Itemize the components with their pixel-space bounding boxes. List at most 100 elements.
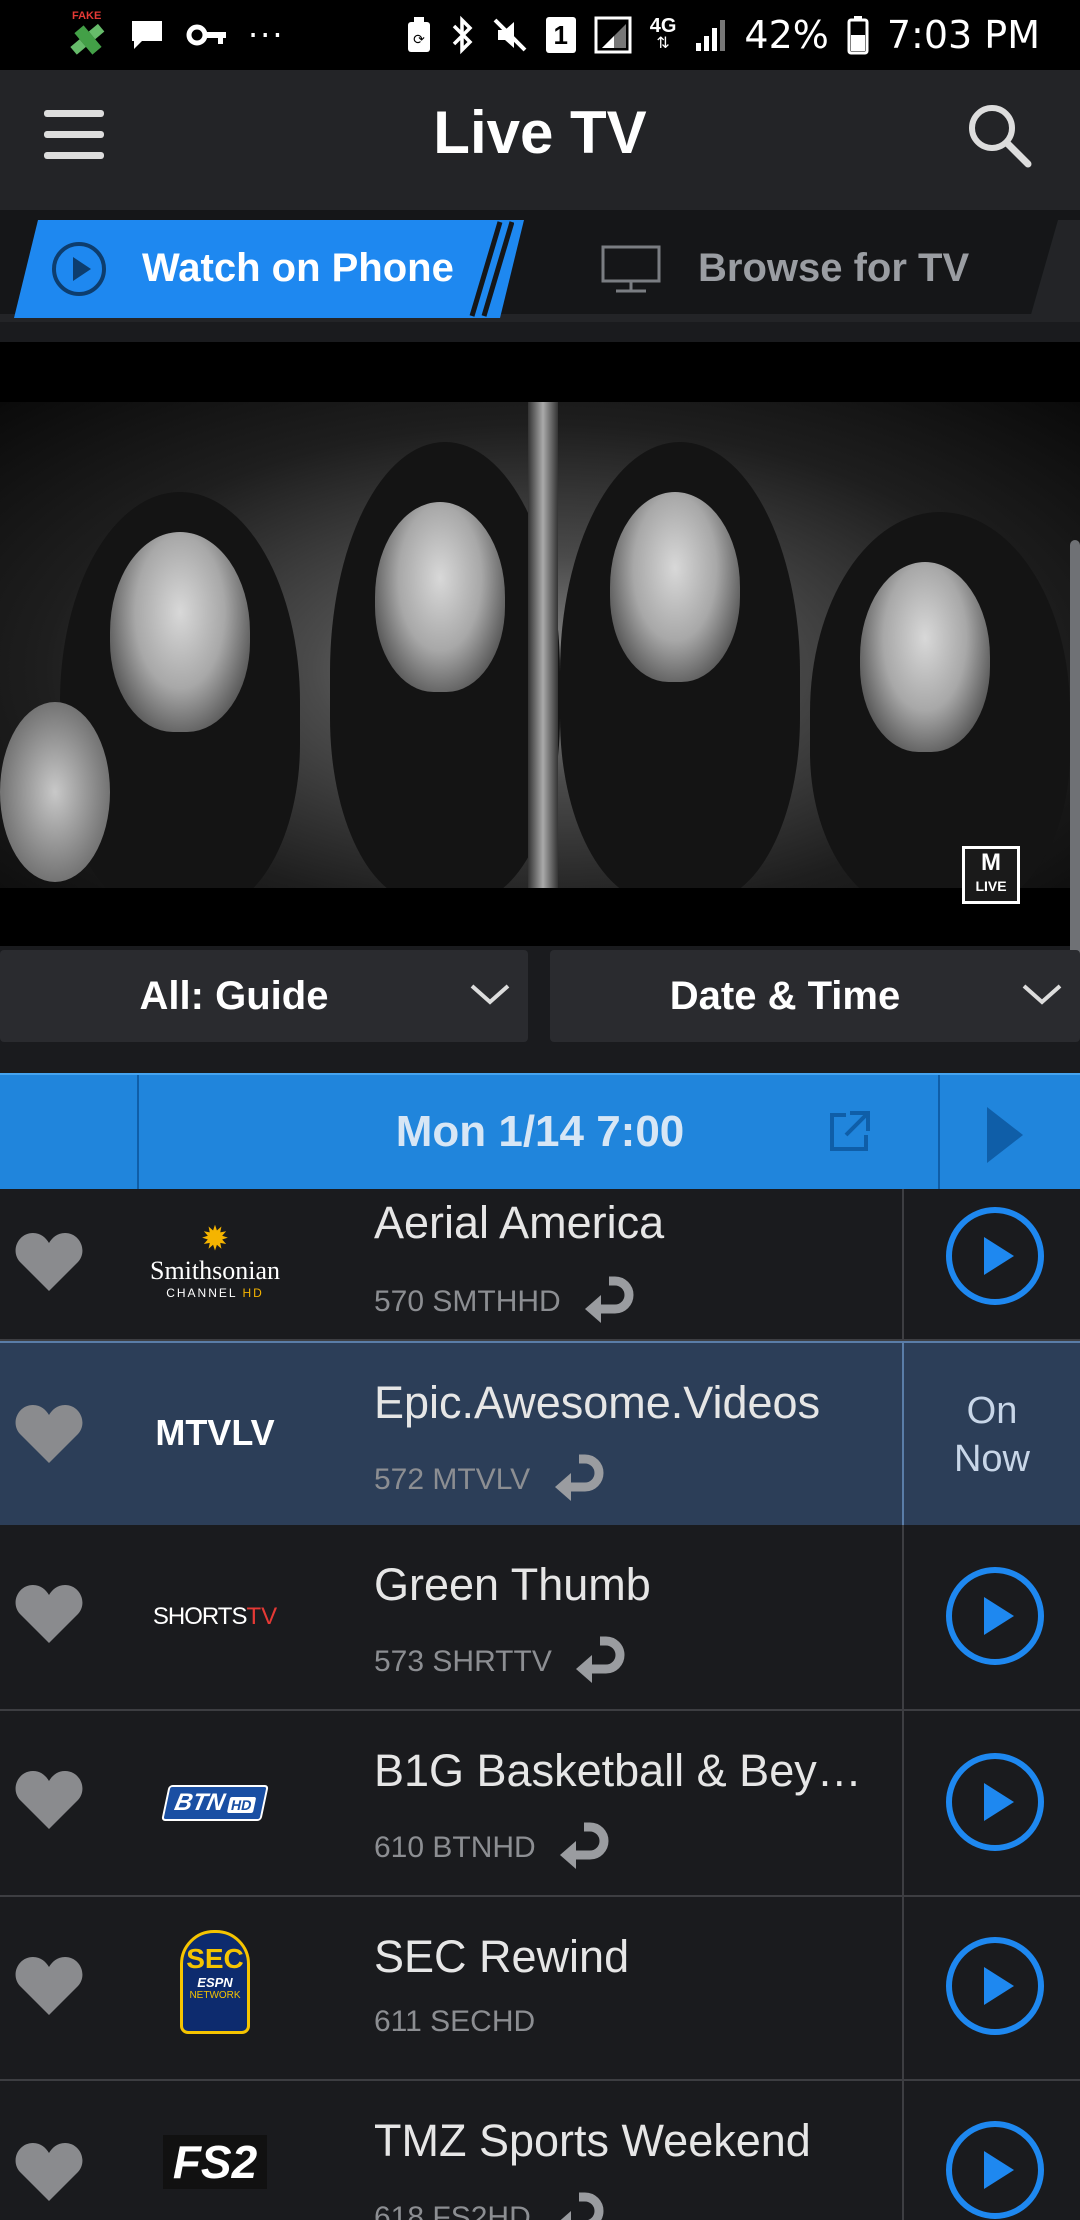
- channel-number: 618 FS2HD: [374, 2200, 531, 2220]
- video-frame: [0, 402, 1080, 888]
- channel-logo-shortstv: SHORTS TV: [120, 1567, 310, 1667]
- date-time-label: Date & Time: [669, 974, 901, 1018]
- logo-text: FS2: [162, 2135, 268, 2189]
- program-channel: 572 MTVLV: [374, 1451, 607, 1511]
- next-time-arrow-icon[interactable]: [985, 1105, 1025, 1170]
- on-now-line1: On: [966, 1390, 1018, 1432]
- mode-tabs: Watch on Phone Browse for TV: [0, 202, 1080, 322]
- sim-icon: 1: [545, 17, 576, 53]
- logo-sub: CHANNEL: [166, 1286, 238, 1300]
- mtv-badge-top: M: [981, 849, 1001, 876]
- svg-text:⟳: ⟳: [413, 32, 425, 48]
- app-bar: Live TV: [0, 70, 1080, 202]
- program-channel: 611 SECHD: [374, 2005, 535, 2039]
- bluetooth-icon: [450, 15, 474, 55]
- tab-slash-decoration: [469, 221, 514, 317]
- tab-browse-for-tv-label: Browse for TV: [698, 246, 970, 290]
- logo-sub2: NETWORK: [189, 1990, 241, 2001]
- fake-gps-label: FAKE: [72, 10, 102, 22]
- battery-icon: [847, 15, 869, 55]
- guide-row-mtvlv[interactable]: MTVLV Epic.Awesome.Videos 572 MTVLV On N…: [0, 1341, 1080, 1527]
- channel-number: 611 SECHD: [374, 2005, 536, 2038]
- program-title: SEC Rewind: [374, 1931, 630, 1982]
- channel-logo-mtvlv: MTVLV: [120, 1383, 310, 1483]
- signal-1-icon: [594, 16, 632, 54]
- logo-text: MTVLV: [155, 1412, 275, 1453]
- program-title: B1G Basketball & Bey…: [374, 1745, 862, 1796]
- logo-text: SHORTS: [152, 1603, 248, 1630]
- logo-text: BTN: [172, 1789, 228, 1816]
- logo-hd: HD: [242, 1286, 264, 1300]
- channel-logo-btn: BTN HD: [120, 1753, 310, 1853]
- restart-icon[interactable]: [558, 1819, 612, 1879]
- tab-edge-decoration: [1030, 220, 1080, 318]
- play-button-icon[interactable]: [944, 1751, 1046, 1858]
- play-button-icon[interactable]: [944, 2119, 1046, 2220]
- guide-row-shortstv[interactable]: SHORTS TV Green Thumb 573 SHRTTV: [0, 1525, 1080, 1711]
- on-now-line2: Now: [953, 1438, 1031, 1480]
- heart-icon[interactable]: [14, 1231, 84, 1298]
- key-icon: [186, 20, 228, 50]
- battery-percent: 42%: [744, 13, 829, 57]
- chevron-down-icon: [1020, 974, 1064, 1019]
- logo-hd: HD: [226, 1797, 257, 1813]
- guide-date-time: Mon 1/14 7:00: [395, 1107, 685, 1156]
- tab-watch-on-phone-label: Watch on Phone: [142, 246, 454, 290]
- tv-monitor-icon: [600, 244, 662, 301]
- mtv-badge-bottom: LIVE: [975, 878, 1007, 894]
- message-icon: [128, 17, 166, 53]
- program-title: Epic.Awesome.Videos: [374, 1377, 821, 1428]
- logo-accent: TV: [246, 1603, 278, 1630]
- guide-date-bar: Mon 1/14 7:00: [0, 1073, 1080, 1191]
- signal-2-icon: [694, 17, 726, 53]
- status-bar: FAKE ··· ⟳ 1 4G ⇅ 42% 7:03 PM: [0, 0, 1080, 70]
- program-title: Green Thumb: [374, 1559, 651, 1610]
- program-title: Aerial America: [374, 1197, 665, 1248]
- guide-filter-dropdown[interactable]: All: Guide: [0, 950, 528, 1042]
- search-icon[interactable]: [964, 100, 1034, 170]
- video-player[interactable]: M LIVE: [0, 342, 1080, 946]
- restart-icon[interactable]: [553, 2189, 607, 2220]
- network-type-icon: 4G ⇅: [649, 15, 677, 52]
- channel-number: 570 SMTHHD: [374, 1284, 561, 1318]
- more-notifications-icon: ···: [248, 16, 285, 54]
- restart-icon[interactable]: [574, 1633, 628, 1693]
- fake-gps-icon: FAKE: [68, 10, 108, 58]
- program-title: TMZ Sports Weekend: [374, 2115, 811, 2166]
- scrollbar-thumb[interactable]: [1070, 540, 1080, 980]
- heart-icon[interactable]: [14, 1955, 84, 2022]
- guide-row-smithsonian[interactable]: ✹ Smithsonian CHANNEL HD Aerial America …: [0, 1189, 1080, 1341]
- channel-number: 573 SHRTTV: [374, 1644, 552, 1678]
- program-channel: 570 SMTHHD: [374, 1273, 637, 1333]
- page-title: Live TV: [433, 99, 647, 166]
- play-button-icon[interactable]: [944, 1935, 1046, 2042]
- mtv-live-badge: M LIVE: [962, 846, 1020, 904]
- clock: 7:03 PM: [886, 13, 1040, 57]
- heart-icon[interactable]: [14, 1403, 84, 1470]
- guide-row-sec[interactable]: SEC ESPN NETWORK SEC Rewind 611 SECHD: [0, 1897, 1080, 2081]
- guide-row-btn[interactable]: BTN HD B1G Basketball & Bey… 610 BTNHD: [0, 1711, 1080, 1897]
- external-link-icon[interactable]: [826, 1109, 872, 1160]
- play-button-icon[interactable]: [944, 1565, 1046, 1672]
- channel-logo-fs2: FS2: [120, 2117, 310, 2207]
- heart-icon[interactable]: [14, 1769, 84, 1836]
- heart-icon[interactable]: [14, 1583, 84, 1650]
- logo-text: Smithsonian: [149, 1256, 280, 1285]
- guide-filter-label: All: Guide: [139, 974, 329, 1018]
- restart-icon[interactable]: [583, 1273, 637, 1333]
- battery-saver-icon: ⟳: [406, 16, 432, 54]
- logo-text: SEC: [186, 1943, 244, 1974]
- play-button-icon[interactable]: [944, 1205, 1046, 1312]
- play-circle-icon: [50, 240, 108, 303]
- restart-icon[interactable]: [553, 1451, 607, 1511]
- channel-logo-smithsonian: ✹ Smithsonian CHANNEL HD: [149, 1220, 280, 1300]
- channel-number: 610 BTNHD: [374, 1830, 536, 1864]
- program-channel: 573 SHRTTV: [374, 1633, 628, 1693]
- program-channel: 610 BTNHD: [374, 1819, 612, 1879]
- guide-row-fs2[interactable]: FS2 TMZ Sports Weekend 618 FS2HD: [0, 2081, 1080, 2220]
- heart-icon[interactable]: [14, 2141, 84, 2208]
- channel-logo-sec: SEC ESPN NETWORK: [120, 1927, 310, 2037]
- program-channel: 618 FS2HD: [374, 2189, 607, 2220]
- date-time-dropdown[interactable]: Date & Time: [550, 950, 1080, 1042]
- network-type-label: 4G: [649, 15, 677, 37]
